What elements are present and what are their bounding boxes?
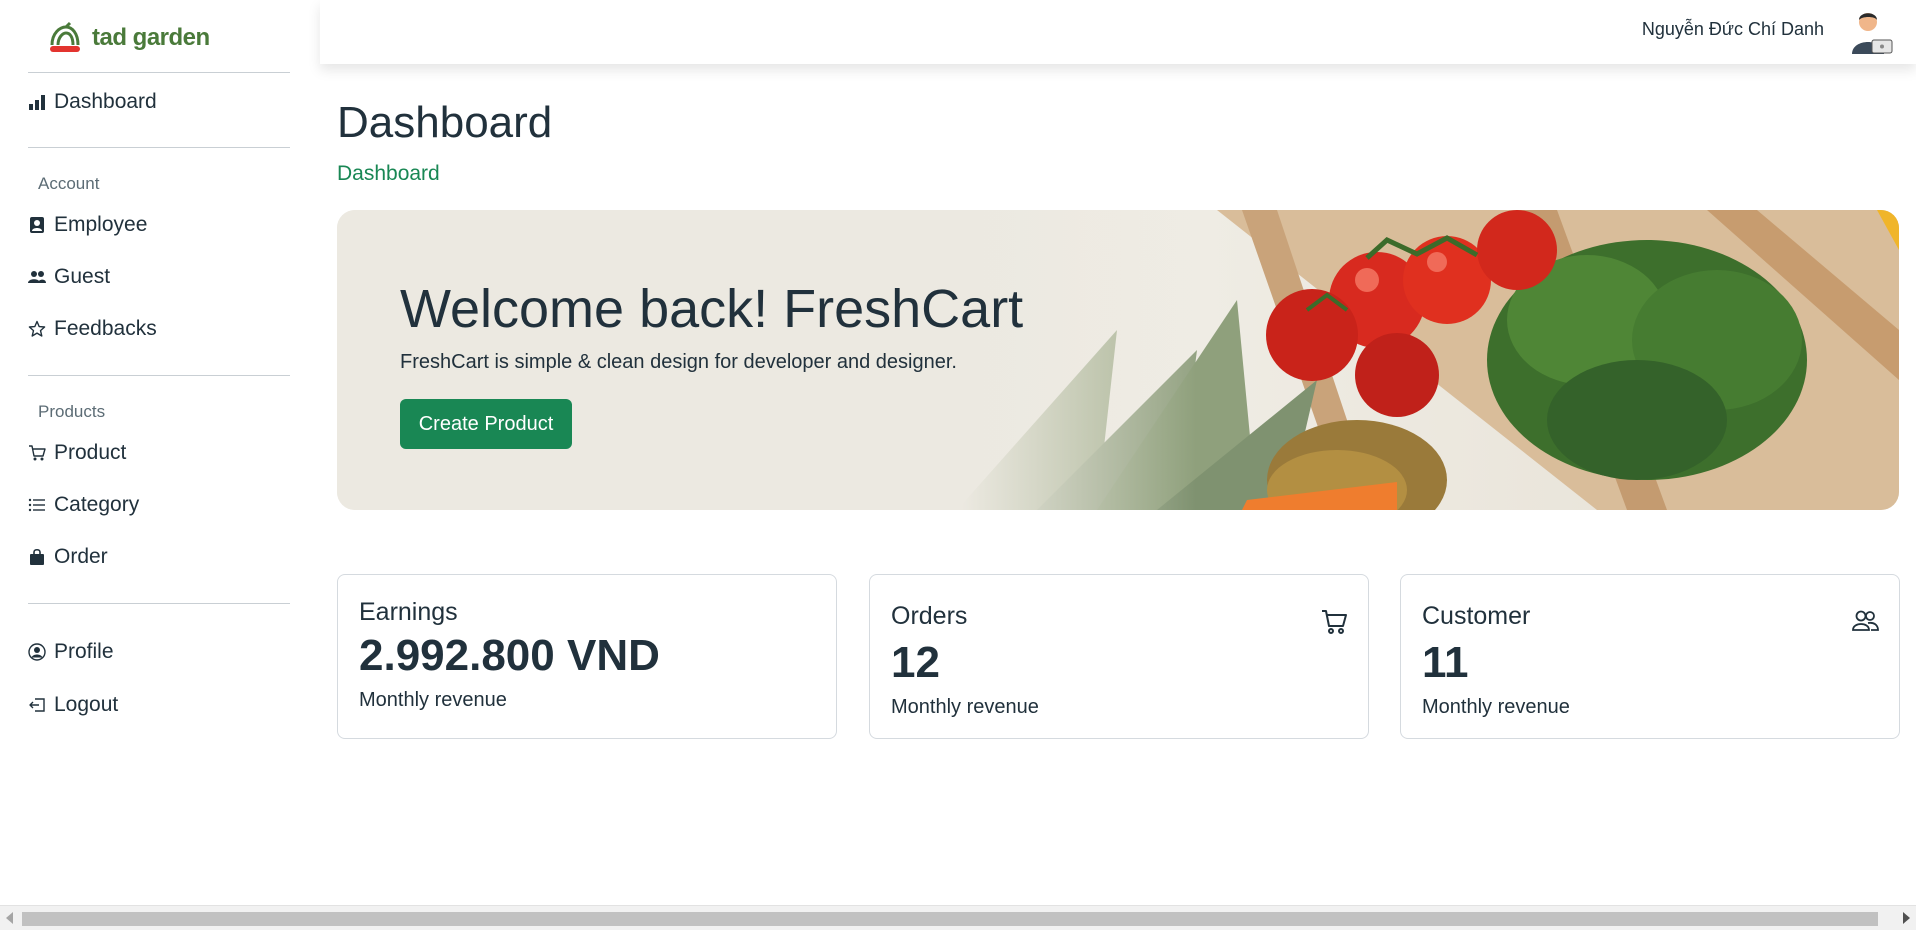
- app: tad garden Dashboard Account Employee Gu…: [0, 0, 1916, 930]
- breadcrumb[interactable]: Dashboard: [337, 162, 440, 186]
- scroll-right-arrow-icon[interactable]: [1903, 912, 1910, 924]
- list-icon: [28, 496, 46, 514]
- sidebar-divider: [28, 72, 290, 73]
- people-icon: [1852, 610, 1879, 631]
- sidebar-item-label: Guest: [54, 265, 111, 288]
- card-title: Customer: [1422, 602, 1531, 630]
- card-title: Earnings: [359, 598, 458, 626]
- card-subtitle: Monthly revenue: [1422, 696, 1570, 718]
- person-badge-icon: [28, 216, 46, 234]
- card-title: Orders: [891, 602, 968, 630]
- scroll-left-arrow-icon[interactable]: [6, 912, 13, 924]
- card-subtitle: Monthly revenue: [891, 696, 1039, 718]
- sidebar: tad garden Dashboard Account Employee Gu…: [0, 0, 320, 905]
- sidebar-divider: [28, 375, 290, 376]
- bar-chart-icon: [28, 93, 46, 111]
- sidebar-item-label: Logout: [54, 693, 119, 716]
- star-icon: [28, 320, 46, 338]
- logout-icon: [28, 696, 46, 714]
- cart-icon: [1322, 610, 1347, 634]
- card-subtitle: Monthly revenue: [359, 689, 507, 711]
- sidebar-item-label: Dashboard: [54, 90, 157, 113]
- sidebar-item-employee[interactable]: Employee: [28, 209, 147, 241]
- person-circle-icon: [28, 643, 46, 661]
- sidebar-item-profile[interactable]: Profile: [28, 636, 114, 668]
- sidebar-item-category[interactable]: Category: [28, 489, 139, 521]
- cart-icon: [28, 444, 46, 462]
- sidebar-divider: [28, 147, 290, 148]
- sidebar-item-label: Employee: [54, 213, 148, 236]
- horizontal-scrollbar[interactable]: [0, 905, 1916, 930]
- sidebar-item-order[interactable]: Order: [28, 541, 108, 573]
- sidebar-heading-products: Products: [38, 402, 106, 421]
- card-value: 2.992.800 VND: [359, 631, 660, 680]
- welcome-subtitle: FreshCart is simple & clean design for d…: [400, 351, 957, 373]
- sidebar-item-product[interactable]: Product: [28, 437, 126, 469]
- sidebar-item-label: Order: [54, 545, 108, 568]
- people-icon: [28, 268, 46, 286]
- card-value: 12: [891, 638, 940, 687]
- sidebar-divider: [28, 603, 290, 604]
- scrollbar-thumb[interactable]: [22, 912, 1878, 926]
- sidebar-item-label: Category: [54, 493, 140, 516]
- card-value: 11: [1422, 638, 1469, 687]
- sidebar-item-feedbacks[interactable]: Feedbacks: [28, 313, 157, 345]
- sidebar-item-label: Product: [54, 441, 127, 464]
- brand-name: tad garden: [92, 24, 210, 51]
- bag-icon: [28, 548, 46, 566]
- user-name[interactable]: Nguyễn Đức Chí Danh: [1642, 19, 1824, 40]
- page-title: Dashboard: [337, 98, 553, 147]
- sidebar-item-label: Profile: [54, 640, 114, 663]
- welcome-heading: Welcome back! FreshCart: [400, 279, 1024, 339]
- earnings-card: Earnings 2.992.800 VND Monthly revenue: [337, 574, 837, 739]
- welcome-banner: Welcome back! FreshCart FreshCart is sim…: [337, 210, 1899, 510]
- topbar: Nguyễn Đức Chí Danh: [320, 0, 1916, 64]
- sidebar-item-logout[interactable]: Logout: [28, 689, 118, 721]
- leaf-logo-icon: [50, 21, 80, 52]
- sidebar-heading-account: Account: [38, 174, 100, 193]
- sidebar-item-guest[interactable]: Guest: [28, 261, 110, 293]
- avatar[interactable]: [1848, 8, 1894, 56]
- sidebar-item-label: Feedbacks: [54, 317, 157, 340]
- orders-card: Orders 12 Monthly revenue: [869, 574, 1369, 739]
- create-product-button[interactable]: Create Product: [400, 399, 572, 449]
- customer-card: Customer 11 Monthly revenue: [1400, 574, 1900, 739]
- brand-logo[interactable]: tad garden: [46, 20, 210, 56]
- sidebar-item-dashboard[interactable]: Dashboard: [28, 86, 157, 118]
